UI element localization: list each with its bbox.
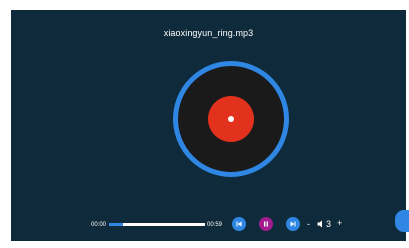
disc-label [208,96,254,142]
pause-icon [264,221,268,227]
disc-center-hole [228,116,234,122]
next-button[interactable] [286,217,300,231]
skip-previous-icon [236,221,242,227]
music-player: xiaoxingyun_ring.mp3 00:00 00:59 - 3 + [11,10,406,241]
track-title: xiaoxingyun_ring.mp3 [163,28,254,38]
side-widget[interactable] [395,210,409,232]
progress-fill [109,223,124,226]
vinyl-disc [173,61,289,177]
skip-next-icon [290,221,296,227]
current-time: 00:00 [91,222,107,228]
volume-up-button[interactable]: + [337,218,342,228]
total-time: 00:59 [207,222,223,228]
playback-controls: 00:00 00:59 - 3 + [11,215,406,237]
volume-level: 3 [326,219,332,229]
progress-bar[interactable] [109,223,205,226]
volume-down-button[interactable]: - [307,219,310,229]
speaker-icon [317,220,322,228]
pause-button[interactable] [259,217,273,231]
previous-button[interactable] [232,217,246,231]
